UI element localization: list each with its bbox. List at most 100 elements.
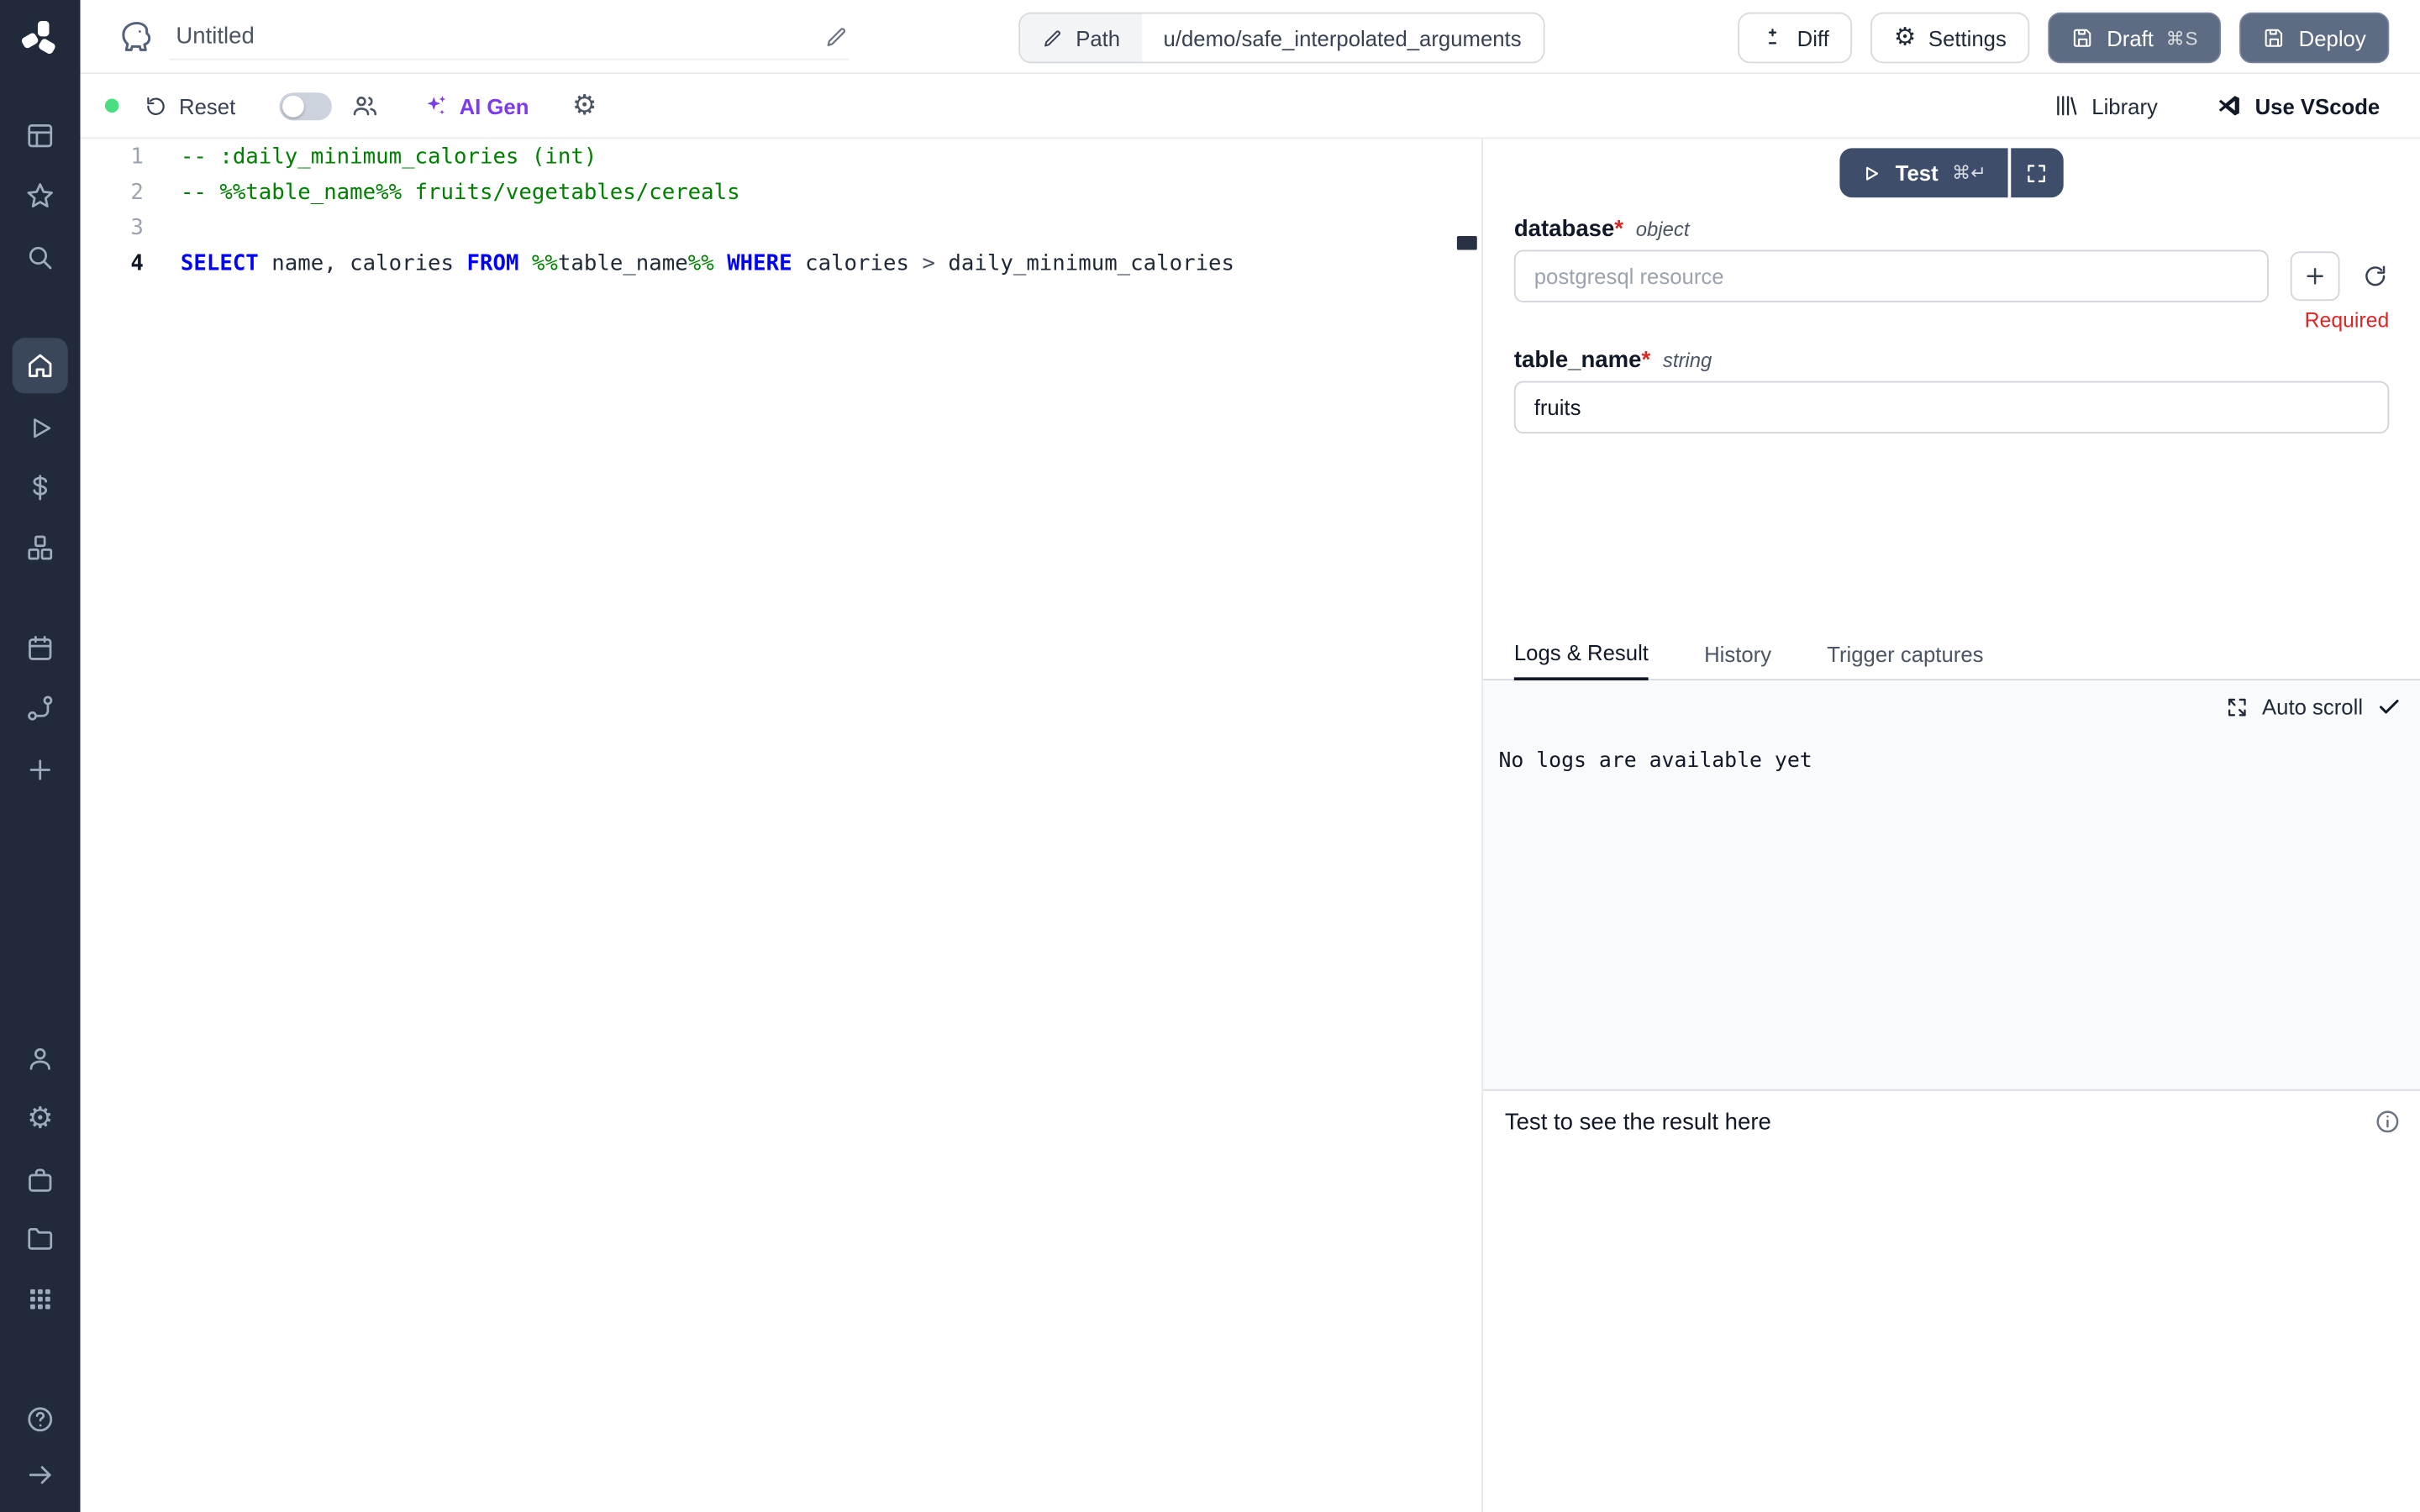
result-panel: Test to see the result here [1483,1091,2420,1512]
tab-trigger-captures[interactable]: Trigger captures [1827,642,1983,679]
database-input[interactable] [1514,250,2269,302]
apps-icon[interactable] [13,108,68,164]
run-area: Test ⌘↵ database* object [1483,139,2420,633]
deploy-button[interactable]: Deploy [2240,13,2389,64]
result-hint: Test to see the result here [1505,1110,2398,1136]
table-name-field-label: table_name* string [1514,347,2389,373]
tab-history[interactable]: History [1704,642,1771,679]
user-icon[interactable] [13,1031,68,1086]
test-button[interactable]: Test ⌘↵ [1840,148,2008,197]
collab-toggle[interactable] [279,92,331,119]
code-line: 3 [81,212,1482,247]
required-asterisk: * [1614,216,1623,242]
folder-icon[interactable] [13,1211,68,1267]
line-number: 1 [81,140,181,176]
postgresql-icon [114,17,155,57]
topbar: Untitled Path u/demo/safe_interpolated_a… [81,0,2420,74]
test-shortcut: ⌘↵ [1952,162,1986,184]
use-vscode-label: Use VScode [2255,93,2381,118]
code-text: SELECT name, calories FROM %%table_name%… [181,247,1234,282]
path-button[interactable]: Path [1020,14,1142,62]
play-icon[interactable] [13,400,68,455]
code-line: 1 -- :daily_minimum_calories (int) [81,140,1482,176]
gear-icon: ⚙ [1894,25,1916,50]
diff-button[interactable]: Diff [1739,13,1852,64]
table-name-input[interactable] [1514,381,2389,433]
logs-panel: Auto scroll No logs are available yet [1483,680,2420,1091]
path-value: u/demo/safe_interpolated_arguments [1142,14,1543,62]
star-icon[interactable] [13,168,68,223]
refresh-icon[interactable] [2361,262,2389,290]
code-line: 2 -- %%table_name%% fruits/vegetables/ce… [81,176,1482,211]
preview-tabs: Logs & Result History Trigger captures [1483,633,2420,680]
use-vscode-button[interactable]: Use VScode [2217,92,2381,118]
line-number: 2 [81,176,181,211]
database-field-label: database* object [1514,216,2389,242]
diff-label: Diff [1797,25,1829,50]
field-name: database [1514,216,1614,242]
info-icon[interactable] [2374,1108,2402,1136]
home-icon[interactable] [13,338,68,393]
code-lines: 1 -- :daily_minimum_calories (int) 2 -- … [81,139,1482,282]
reset-button[interactable]: Reset [144,93,235,118]
test-button-group: Test ⌘↵ [1514,148,2389,197]
status-dot [105,99,119,113]
field-type: string [1663,349,1712,372]
sidebar: ⚙ [0,0,81,1512]
gear-icon[interactable]: ⚙ [572,90,597,123]
database-input-row [1514,250,2389,302]
toolbar-right: Library Use VScode [2053,92,2380,118]
vscode-icon [2217,92,2243,118]
briefcase-icon[interactable] [13,1152,68,1208]
library-button[interactable]: Library [2053,92,2158,118]
settings-button[interactable]: ⚙ Settings [1870,13,2029,64]
grid-icon[interactable] [13,1271,68,1326]
dollar-icon[interactable] [13,459,68,515]
calendar-icon[interactable] [13,620,68,675]
windmill-logo[interactable] [13,11,68,66]
routes-icon[interactable] [13,680,68,736]
resources-icon[interactable] [13,520,68,575]
editor-toolbar: Reset AI Gen ⚙ Library Use VS [81,74,2420,139]
toggle-knob [281,95,303,117]
auto-scroll-label: Auto scroll [2262,695,2363,719]
draft-button[interactable]: Draft ⌘S [2048,13,2221,64]
tab-logs-result[interactable]: Logs & Result [1514,640,1649,680]
diff-icon [1761,26,1785,50]
script-title: Untitled [170,24,255,50]
plus-icon[interactable] [13,742,68,797]
draft-shortcut: ⌘S [2166,27,2199,49]
search-icon[interactable] [13,230,68,286]
help-icon[interactable] [13,1392,68,1447]
run-and-preview-panel: Test ⌘↵ database* object [1481,139,2420,1512]
workspace: 1 -- :daily_minimum_calories (int) 2 -- … [81,139,2420,1512]
field-type: object [1636,218,1690,241]
test-label: Test [1896,160,1939,185]
code-text: -- %%table_name%% fruits/vegetables/cere… [181,176,740,211]
gear-icon[interactable]: ⚙ [13,1091,68,1147]
line-number: 3 [81,212,181,247]
settings-label: Settings [1928,25,2007,50]
code-text: -- :daily_minimum_calories (int) [181,140,597,176]
fullscreen-icon[interactable] [2011,148,2063,197]
save-icon [2263,26,2286,50]
users-icon[interactable] [350,91,379,120]
expand-icon[interactable] [2225,695,2249,718]
pencil-icon [824,24,849,48]
logs-empty-message: No logs are available yet [1498,748,1812,773]
reset-label: Reset [179,93,235,118]
topbar-actions: Diff ⚙ Settings Draft ⌘S Deploy [1739,13,2389,64]
code-editor[interactable]: 1 -- :daily_minimum_calories (int) 2 -- … [81,139,1482,1512]
path-group: Path u/demo/safe_interpolated_arguments [1018,13,1544,64]
code-line-active: 4 SELECT name, calories FROM %%table_nam… [81,247,1482,282]
ai-gen-button[interactable]: AI Gen [422,92,529,118]
draft-label: Draft [2107,25,2154,50]
save-icon [2071,26,2095,50]
arrow-right-icon[interactable] [13,1447,68,1503]
required-asterisk: * [1641,347,1650,373]
library-label: Library [2091,93,2158,118]
add-resource-button[interactable] [2291,251,2340,301]
script-title-field[interactable]: Untitled [170,14,849,60]
pencil-icon [1042,27,1064,49]
auto-scroll-checkbox[interactable] [2377,695,2402,719]
